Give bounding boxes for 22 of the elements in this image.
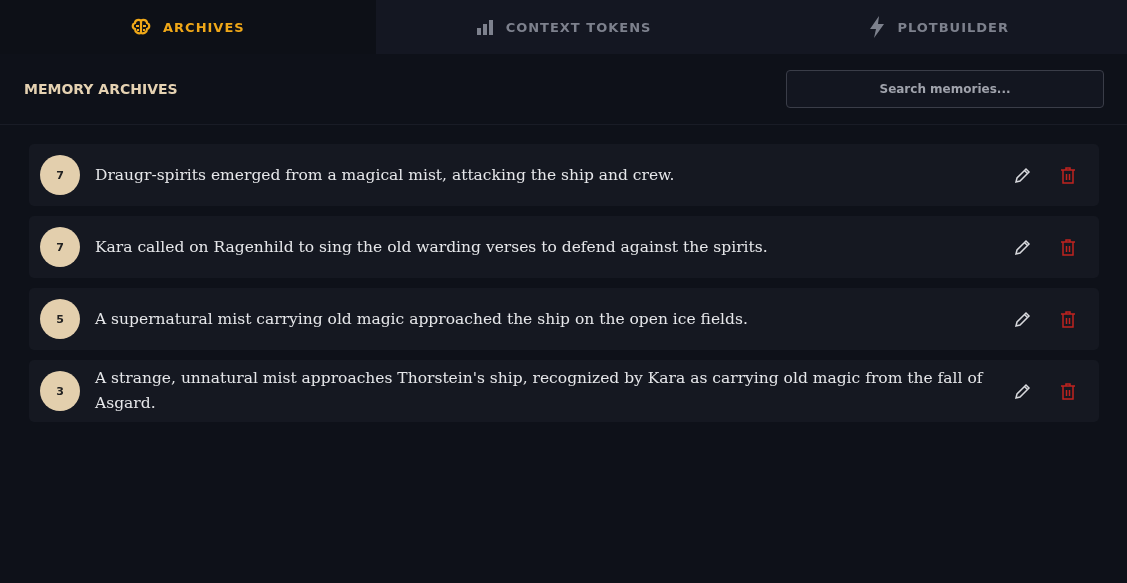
section-title: MEMORY ARCHIVES [24,81,178,97]
pencil-icon [1014,310,1032,328]
pencil-icon [1014,382,1032,400]
memory-text: A strange, unnatural mist approaches Thorstein's ship, recognized by Kara as carrying old magic from the fall of Asgard. [95,368,985,414]
brain-icon [131,18,151,36]
memory-text: Draugr-spirits emerged from a magical mist, attacking the ship and crew. [95,164,676,186]
score-badge: 3 [40,371,80,411]
score-badge: 7 [40,155,80,195]
score-badge: 5 [40,299,80,339]
bar-chart-icon [475,19,494,35]
pencil-icon [1014,166,1032,184]
trash-icon [1060,310,1076,328]
pencil-icon [1014,238,1032,256]
search-field[interactable]: Search memories... [786,70,1104,108]
tab[interactable]: ARCHIVES [0,0,376,54]
lightning-icon [869,16,886,38]
trash-icon [1060,166,1076,184]
trash-icon [1060,382,1076,400]
memory-text: Kara called on Ragenhild to sing the old warding verses to defend against the spirits. [95,236,769,258]
score-badge: 7 [40,227,80,267]
trash-icon [1060,238,1076,256]
memory-text: A supernatural mist carrying old magic approached the ship on the open ice fields. [95,308,749,330]
